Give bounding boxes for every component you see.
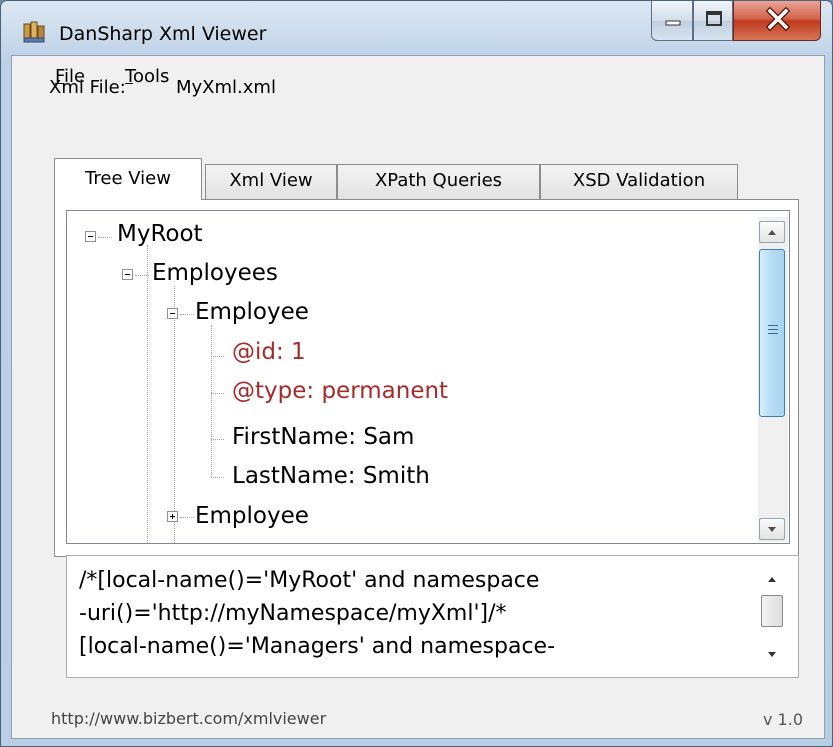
xml-viewer-app-icon: [23, 21, 45, 43]
menu-tools-label: ools: [132, 66, 170, 87]
scroll-thumb[interactable]: [761, 595, 783, 627]
menu-tools[interactable]: Tools: [125, 66, 169, 87]
tree-connector: [211, 325, 212, 477]
chevron-up-icon: [768, 230, 776, 235]
minimize-button[interactable]: [651, 1, 693, 41]
tree-node[interactable]: MyRoot: [117, 221, 203, 247]
tree-connector: [174, 286, 175, 543]
grip-line: [768, 325, 778, 326]
tree-node[interactable]: Employee: [195, 299, 309, 325]
tab-tree-view[interactable]: Tree View: [54, 158, 202, 200]
xpath-line: /*[local-name()='MyRoot' and namespace: [79, 568, 540, 593]
tree-node-attribute[interactable]: @id: 1: [232, 339, 306, 365]
version-label: v 1.0: [763, 710, 803, 729]
status-url[interactable]: http://www.bizbert.com/xmlviewer: [51, 709, 326, 728]
tree-connector: [211, 439, 224, 440]
tree-node-attribute[interactable]: @type: permanent: [232, 378, 448, 404]
menu-tools-mnemonic: T: [125, 66, 133, 87]
grip-line: [768, 329, 778, 330]
maximize-icon: [706, 11, 722, 26]
tree-node[interactable]: Employee: [195, 503, 309, 529]
scroll-thumb[interactable]: [759, 249, 785, 417]
tree-node[interactable]: LastName: Smith: [232, 463, 430, 489]
tree-connector: [147, 245, 148, 543]
xpath-line: [local-name()='Managers' and namespace-: [79, 634, 556, 659]
close-icon: [765, 6, 791, 32]
grip-line: [768, 333, 778, 334]
collapse-toggle-icon[interactable]: [122, 269, 133, 280]
app-window: DanSharp Xml Viewer File Tools Xml File:…: [0, 0, 833, 747]
tree-connector: [211, 356, 224, 357]
tree-scrollbar[interactable]: [758, 217, 788, 542]
chevron-down-icon[interactable]: [762, 645, 782, 663]
xml-tree[interactable]: MyRoot Employees Employee @id: 1 @type: …: [66, 210, 790, 544]
xpath-line: -uri()='http://myNamespace/myXml']/*: [79, 601, 507, 626]
title-bar[interactable]: DanSharp Xml Viewer: [1, 1, 832, 57]
tree-connector: [98, 237, 112, 238]
window-title: DanSharp Xml Viewer: [59, 23, 267, 45]
minimize-icon: [665, 20, 681, 26]
chevron-up-icon[interactable]: [762, 571, 782, 589]
scroll-up-button[interactable]: [759, 221, 785, 243]
maximize-button[interactable]: [693, 1, 733, 41]
tree-connector: [211, 393, 224, 394]
scroll-down-button[interactable]: [759, 518, 785, 540]
expand-toggle-icon[interactable]: [167, 511, 178, 522]
tab-xsd-validation[interactable]: XSD Validation: [540, 164, 738, 200]
tree-node[interactable]: Employees: [152, 260, 278, 286]
tree-connector: [180, 314, 194, 315]
tab-xml-view[interactable]: Xml View: [205, 164, 337, 200]
tab-xpath-queries[interactable]: XPath Queries: [337, 164, 540, 200]
menu-bar: File Tools: [12, 56, 824, 94]
tree-node[interactable]: FirstName: Sam: [232, 424, 414, 450]
xml-file-label: Xml File:: [49, 77, 126, 98]
chevron-down-icon: [768, 527, 776, 532]
xpath-textbox[interactable]: /*[local-name()='MyRoot' and namespace -…: [66, 555, 799, 678]
collapse-toggle-icon[interactable]: [167, 308, 178, 319]
tree-connector: [180, 517, 194, 518]
xml-file-value: MyXml.xml: [176, 77, 276, 98]
collapse-toggle-icon[interactable]: [85, 231, 96, 242]
tree-connector: [135, 275, 149, 276]
tree-connector: [211, 477, 224, 478]
close-button[interactable]: [733, 1, 821, 41]
xpath-scrollbar[interactable]: [757, 565, 787, 669]
